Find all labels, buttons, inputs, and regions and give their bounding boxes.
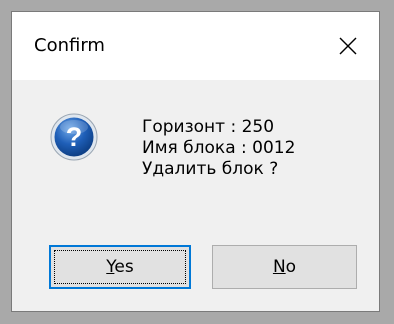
no-button-label: No (272, 257, 297, 277)
dialog-title: Confirm (34, 35, 105, 56)
svg-text:?: ? (66, 122, 83, 152)
message-line-question: Удалить блок ? (142, 159, 279, 179)
no-button[interactable]: No (212, 245, 357, 289)
close-button[interactable] (317, 12, 379, 80)
close-icon (339, 37, 357, 55)
yes-button[interactable]: Yes (49, 245, 191, 289)
yes-button-label: Yes (106, 257, 134, 277)
message-text: Горизонт : 250 Имя блока : 0012 Удалить … (142, 117, 295, 180)
confirm-dialog: Confirm ? Горизонт : 250 Имя блока : 001… (11, 11, 380, 312)
question-icon: ? (50, 113, 98, 161)
message-line-horizon: Горизонт : 250 (142, 117, 275, 137)
message-line-block-name: Имя блока : 0012 (142, 138, 296, 158)
title-bar[interactable]: Confirm (12, 12, 379, 80)
